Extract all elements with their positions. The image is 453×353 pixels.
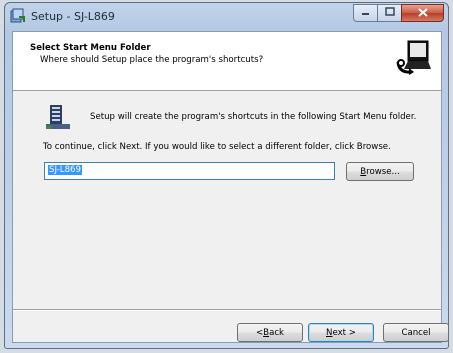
next-button[interactable]: Next > — [308, 323, 374, 342]
setup-window: Setup - SJ-L869 Select Start Menu Folder — [4, 2, 449, 349]
title-bar[interactable]: Setup - SJ-L869 — [5, 3, 448, 31]
footer-divider — [13, 309, 441, 311]
wizard-header: Select Start Menu Folder Where should Se… — [13, 32, 441, 91]
browse-button[interactable]: Browse... — [346, 162, 414, 181]
wizard-page: Select Start Menu Folder Where should Se… — [12, 31, 449, 343]
close-button[interactable] — [401, 4, 444, 22]
computer-install-icon — [395, 37, 435, 77]
page-subtitle: Where should Setup place the program's s… — [40, 55, 264, 65]
page-title: Select Start Menu Folder — [30, 43, 151, 53]
instruction-text: To continue, click Next. If you would li… — [43, 142, 391, 152]
cancel-button[interactable]: Cancel — [383, 323, 449, 342]
maximize-icon — [384, 7, 395, 19]
start-menu-folder-icon — [44, 102, 72, 132]
minimize-button[interactable] — [353, 4, 378, 22]
maximize-button[interactable] — [377, 4, 402, 22]
back-button[interactable]: < Back — [237, 323, 303, 342]
folder-input-value: SJ-L869 — [48, 165, 82, 175]
info-text: Setup will create the program's shortcut… — [90, 112, 417, 122]
window-title: Setup - SJ-L869 — [31, 10, 115, 23]
close-icon — [417, 6, 428, 20]
setup-icon — [10, 8, 26, 24]
start-menu-folder-input[interactable]: SJ-L869 — [44, 162, 335, 180]
window-controls — [353, 4, 444, 23]
minimize-icon — [361, 7, 370, 19]
